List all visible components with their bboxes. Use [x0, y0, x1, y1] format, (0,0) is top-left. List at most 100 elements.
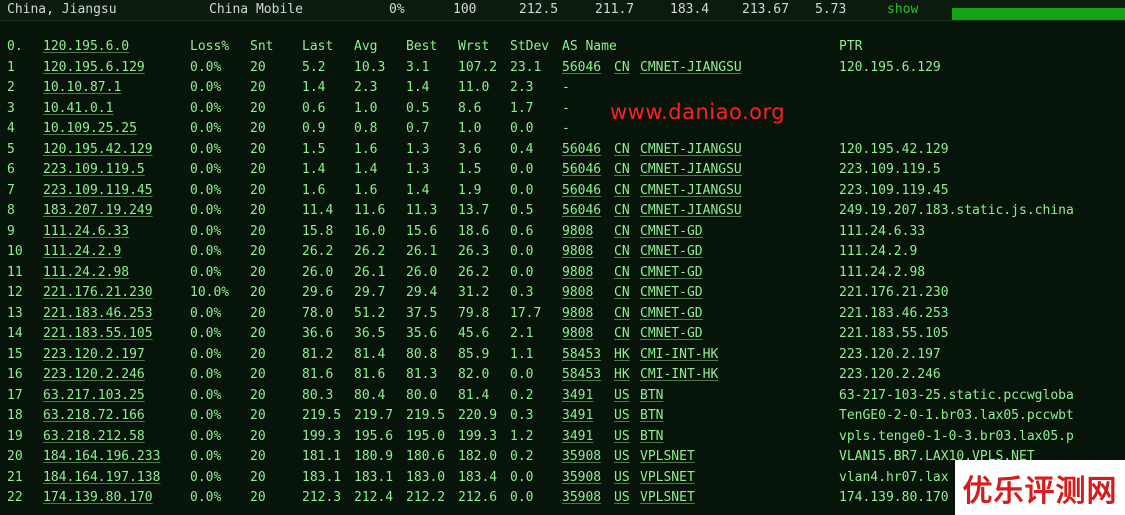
hop-as-name: CMNET-JIANGSU [640, 141, 742, 157]
hop-as-name: CMNET-GD [640, 264, 703, 280]
hop-asn-link[interactable]: 9808 [562, 242, 593, 262]
hop-ip-link[interactable]: 174.139.80.170 [43, 488, 153, 508]
hop-asn-link[interactable]: 9808 [562, 263, 593, 283]
progress-fill [952, 8, 1125, 20]
table-row: 19 63.218.212.58 0.0% 20 199.3 195.6 195.0 199.… [0, 427, 1125, 448]
hop-asn-link[interactable]: 9808 [562, 222, 593, 242]
hop-as-name: BTN [640, 428, 664, 444]
hop-country-code: CN [614, 59, 630, 75]
hop-stdev: 0.3 [510, 285, 534, 300]
hop-loss: 0.0% [190, 346, 222, 362]
hop-ip-link[interactable]: 10.41.0.1 [43, 99, 113, 119]
hop-asn-link[interactable]: 9808 [562, 324, 593, 344]
hop-ip-link[interactable]: 184.164.197.138 [43, 468, 160, 488]
hop-avg: 81.6 [354, 367, 386, 382]
hop-ip-link[interactable]: 120.195.6.129 [43, 58, 145, 78]
hop-sent: 20 [250, 387, 266, 403]
hop-as-name: BTN [640, 387, 664, 403]
hop-asn-link[interactable]: 58453 [562, 365, 601, 385]
hop-ip-link[interactable]: 111.24.2.98 [43, 263, 129, 283]
hop-ip-link[interactable]: 111.24.2.9 [43, 242, 121, 262]
hop-ip-link[interactable]: 184.164.196.233 [43, 447, 160, 467]
hop-ip-link[interactable]: 183.207.19.249 [43, 201, 153, 221]
hop-avg: 219.7 [354, 408, 394, 423]
hop-asn-link[interactable]: 56046 [562, 140, 601, 160]
hop-sent: 20 [250, 305, 266, 321]
hop-last: 1.4 [302, 162, 326, 177]
hop-asn-link[interactable]: 56046 [562, 181, 601, 201]
hop-loss: 0.0% [190, 428, 222, 444]
hop-country-code: CN [614, 285, 630, 300]
table-header: 0. 120.195.6.0 Loss% Snt Last Avg Best W… [0, 37, 1125, 58]
hop-loss: 10.0% [190, 285, 230, 300]
hop-ip-link[interactable]: 63.218.212.58 [43, 427, 145, 447]
hop-worst: 3.6 [458, 141, 482, 157]
hop-ip-link[interactable]: 63.218.72.166 [43, 406, 145, 426]
hop-asn-link[interactable]: 9808 [562, 304, 593, 324]
hop-asn-link[interactable]: 3491 [562, 427, 593, 447]
hop-asn-link[interactable]: 56046 [562, 201, 601, 221]
hop-asn-link[interactable]: 56046 [562, 160, 601, 180]
hop-ip-link[interactable]: 223.109.119.5 [43, 160, 145, 180]
hop-avg: 51.2 [354, 305, 386, 321]
hop-avg: 1.4 [354, 162, 378, 177]
hop-as-name: CMI-INT-HK [640, 346, 719, 362]
hop-loss: 0.0% [190, 469, 222, 485]
hop-asn-link[interactable]: 56046 [562, 58, 601, 78]
hop-avg: 1.0 [354, 100, 378, 116]
hop-ip-link[interactable]: 223.120.2.197 [43, 345, 145, 365]
hop-sent: 20 [250, 223, 266, 239]
hop-asn-link[interactable]: 35908 [562, 447, 601, 467]
hop-stdev: 0.0 [510, 244, 534, 259]
hop-ip-link[interactable]: 111.24.6.33 [43, 222, 129, 242]
hop-stdev: 0.0 [510, 162, 534, 177]
hop-sent: 20 [250, 346, 266, 362]
hop-last: 181.1 [302, 449, 342, 464]
hop-ip-link[interactable]: 223.120.2.246 [43, 365, 145, 385]
header-ip[interactable]: 120.195.6.0 [43, 37, 129, 57]
hop-ip-link[interactable]: 223.109.119.45 [43, 181, 153, 201]
hop-ip-link[interactable]: 221.183.46.253 [43, 304, 153, 324]
hop-asn-link[interactable]: 35908 [562, 488, 601, 508]
hop-loss: 0.0% [190, 305, 222, 321]
hop-sent: 20 [250, 100, 266, 116]
hop-ip-link[interactable]: 63.217.103.25 [43, 386, 145, 406]
hop-as-name: CMNET-GD [640, 305, 703, 321]
hop-last: 0.6 [302, 100, 326, 116]
hop-ip-link[interactable]: 120.195.42.129 [43, 140, 153, 160]
hop-index: 6 [7, 162, 15, 177]
hop-worst: 1.5 [458, 162, 482, 177]
hop-loss: 0.0% [190, 162, 222, 177]
hop-avg: 0.8 [354, 121, 378, 136]
hop-asn-link[interactable]: 3491 [562, 386, 593, 406]
hop-asn-link[interactable]: 35908 [562, 468, 601, 488]
hop-stdev: 0.3 [510, 408, 534, 423]
hop-best: 37.5 [406, 305, 438, 321]
hop-avg: 81.4 [354, 346, 386, 362]
hop-index: 13 [7, 305, 23, 321]
hop-asn-link[interactable]: 9808 [562, 283, 593, 303]
hop-country-code: US [614, 408, 630, 423]
hop-sent: 20 [250, 59, 266, 75]
hop-worst: 1.9 [458, 182, 482, 198]
progress-bar [952, 8, 1125, 20]
hop-asn-link[interactable]: 3491 [562, 406, 593, 426]
hop-last: 81.6 [302, 367, 334, 382]
hop-avg: 183.1 [354, 469, 394, 485]
hop-country-code: CN [614, 162, 630, 177]
show-toggle-link[interactable]: show [887, 1, 918, 19]
table-row: 11 111.24.2.98 0.0% 20 26.0 26.1 26.0 26.2 0.0 98… [0, 263, 1125, 284]
hop-stdev: 0.6 [510, 223, 534, 239]
hop-avg: 1.6 [354, 141, 378, 157]
hop-best: 212.2 [406, 490, 446, 505]
hop-ip-link[interactable]: 10.10.87.1 [43, 78, 121, 98]
table-body: 1 120.195.6.129 0.0% 20 5.2 10.3 3.1 107.2 23.1 5… [0, 58, 1125, 509]
hop-ip-link[interactable]: 10.109.25.25 [43, 119, 137, 139]
hop-ptr: 111.24.6.33 [839, 223, 926, 239]
hop-ptr: 221.176.21.230 [839, 285, 949, 300]
hop-asn-link[interactable]: 58453 [562, 345, 601, 365]
hop-ip-link[interactable]: 221.176.21.230 [43, 283, 153, 303]
header-wrst: Wrst [458, 39, 490, 54]
hop-worst: 183.4 [458, 469, 498, 485]
hop-ip-link[interactable]: 221.183.55.105 [43, 324, 153, 344]
